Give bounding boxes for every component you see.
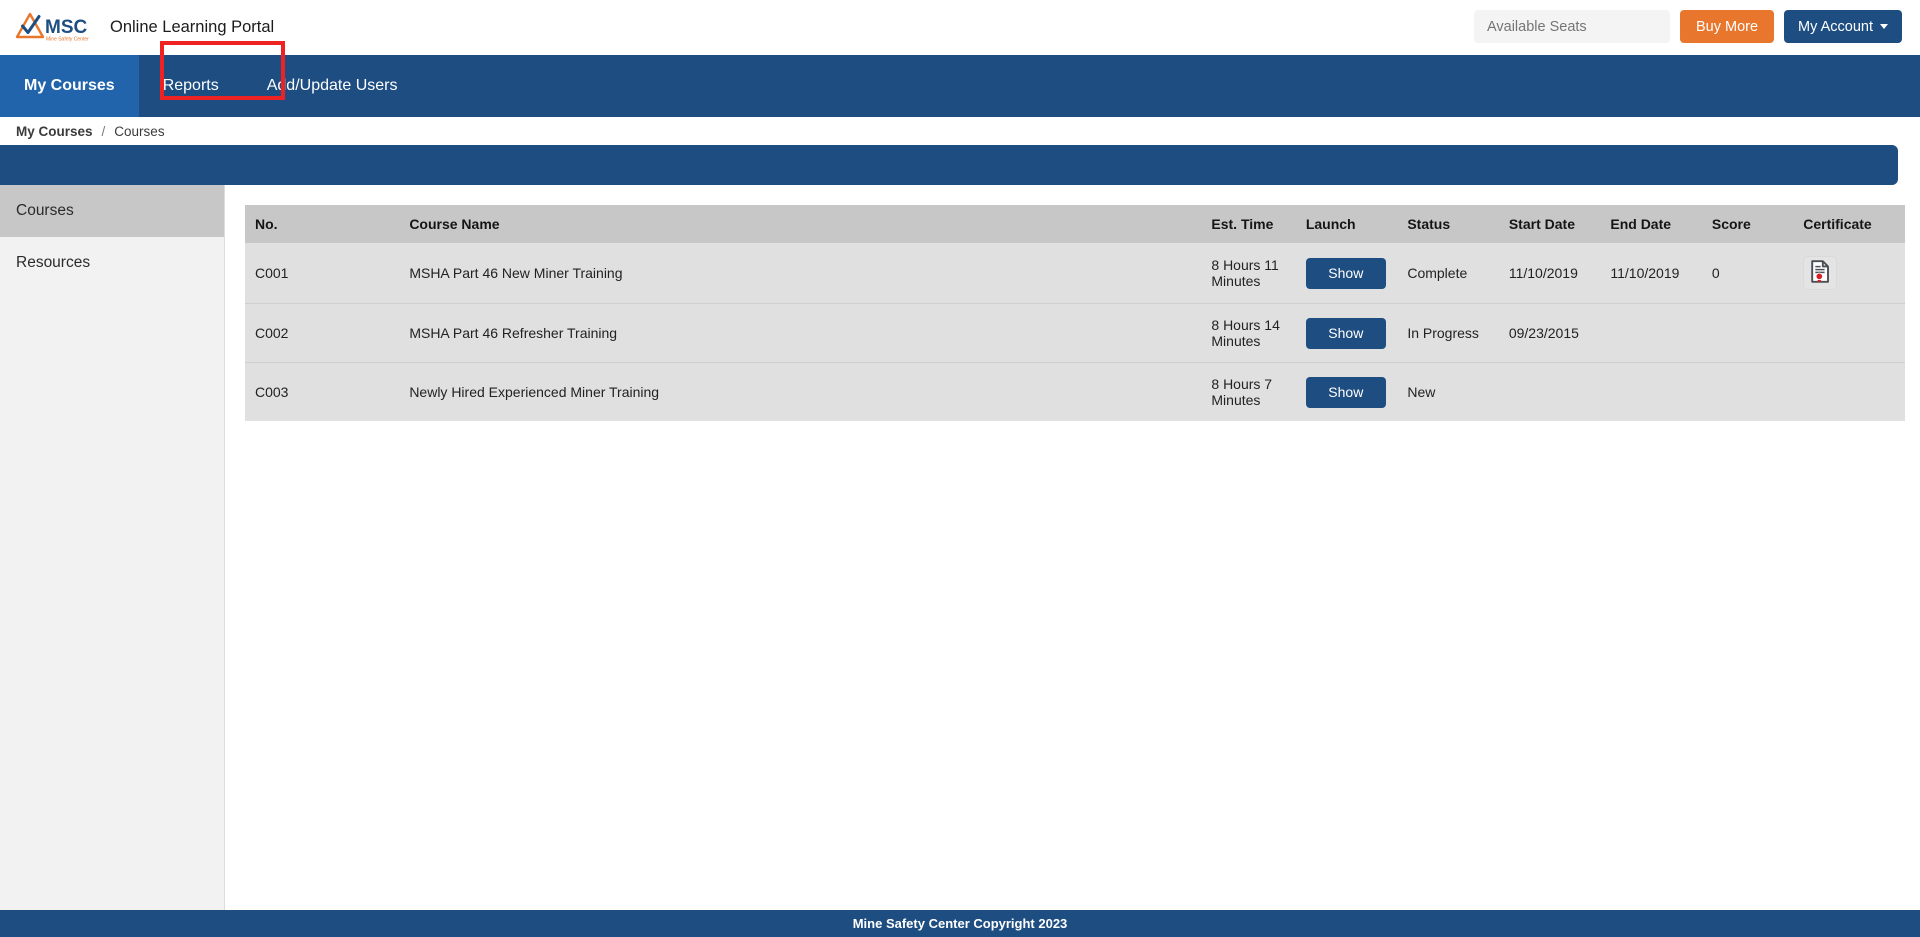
cell-end-date (1600, 362, 1702, 421)
table-row: C001 MSHA Part 46 New Miner Training 8 H… (245, 243, 1905, 304)
column-header-est-time[interactable]: Est. Time (1201, 205, 1296, 243)
table-header-row: No. Course Name Est. Time Launch Status … (245, 205, 1905, 243)
cell-start-date: 09/23/2015 (1498, 303, 1601, 363)
certificate-download-button[interactable] (1803, 256, 1838, 290)
brand[interactable]: MSC Mine Safety Center Online Learning P… (14, 11, 274, 45)
main-navigation: My Courses Reports Add/Update Users (0, 55, 1920, 117)
cell-end-date (1600, 303, 1702, 363)
cell-score (1701, 362, 1794, 421)
msc-triangle-check-logo-icon: MSC Mine Safety Center (14, 11, 96, 45)
my-account-dropdown[interactable]: My Account (1784, 10, 1902, 43)
courses-table: No. Course Name Est. Time Launch Status … (245, 205, 1905, 421)
svg-text:MSC: MSC (45, 17, 88, 38)
nav-label: Reports (162, 77, 219, 94)
cell-score (1701, 303, 1794, 363)
page-footer: Mine Safety Center Copyright 2023 (0, 910, 1920, 937)
nav-label: Add/Update Users (266, 77, 398, 94)
cell-status: New (1397, 362, 1499, 421)
column-header-launch[interactable]: Launch (1295, 205, 1398, 243)
top-bar-actions: Buy More My Account (1473, 10, 1902, 43)
chevron-down-icon (1880, 24, 1888, 29)
portal-title: Online Learning Portal (110, 18, 275, 36)
app-page: MSC Mine Safety Center Online Learning P… (0, 0, 1920, 937)
cell-certificate (1793, 303, 1905, 363)
column-header-start-date[interactable]: Start Date (1498, 205, 1601, 243)
breadcrumb-item-my-courses[interactable]: My Courses (16, 124, 93, 139)
nav-item-reports[interactable]: Reports (139, 55, 243, 117)
cell-course-no: C002 (245, 303, 400, 363)
cell-certificate (1793, 362, 1905, 421)
cell-launch: Show (1295, 362, 1398, 421)
cell-est-time: 8 Hours 14 Minutes (1201, 303, 1296, 363)
cell-launch: Show (1295, 303, 1398, 363)
sidebar-item-label: Courses (16, 202, 74, 219)
table-row: C002 MSHA Part 46 Refresher Training 8 H… (245, 303, 1905, 363)
launch-show-button[interactable]: Show (1305, 257, 1386, 289)
cell-certificate (1793, 243, 1905, 304)
cell-launch: Show (1295, 243, 1398, 304)
section-banner (0, 145, 1898, 185)
sidebar-item-courses[interactable]: Courses (0, 185, 224, 237)
certificate-document-seal-icon (1810, 260, 1831, 286)
table-row: C003 Newly Hired Experienced Miner Train… (245, 362, 1905, 421)
cell-est-time: 8 Hours 7 Minutes (1201, 362, 1296, 421)
cell-course-no: C003 (245, 362, 400, 421)
nav-item-my-courses[interactable]: My Courses (0, 55, 139, 117)
column-header-no[interactable]: No. (245, 205, 400, 243)
column-header-status[interactable]: Status (1397, 205, 1499, 243)
cell-start-date: 11/10/2019 (1498, 243, 1601, 304)
cell-course-no: C001 (245, 243, 400, 304)
breadcrumb-separator: / (101, 123, 106, 139)
cell-course-name: MSHA Part 46 New Miner Training (399, 243, 1202, 304)
top-bar: MSC Mine Safety Center Online Learning P… (0, 0, 1920, 55)
cell-start-date (1498, 362, 1601, 421)
buy-more-button[interactable]: Buy More (1679, 10, 1775, 43)
breadcrumb: My Courses / Courses (0, 117, 1920, 145)
sidebar-item-label: Resources (16, 254, 91, 271)
sidebar: Courses Resources (0, 185, 225, 910)
cell-course-name: MSHA Part 46 Refresher Training (399, 303, 1202, 363)
cell-course-name: Newly Hired Experienced Miner Training (399, 362, 1202, 421)
sidebar-item-resources[interactable]: Resources (0, 237, 224, 289)
cell-est-time: 8 Hours 11 Minutes (1201, 243, 1296, 304)
cell-status: In Progress (1397, 303, 1499, 363)
footer-copyright-text: Mine Safety Center Copyright 2023 (852, 916, 1068, 931)
column-header-end-date[interactable]: End Date (1600, 205, 1702, 243)
svg-text:Mine Safety Center: Mine Safety Center (46, 36, 89, 42)
nav-item-add-update-users[interactable]: Add/Update Users (243, 55, 422, 117)
available-seats-input[interactable] (1473, 10, 1670, 43)
my-account-label: My Account (1798, 18, 1873, 35)
cell-score: 0 (1701, 243, 1794, 304)
launch-show-button[interactable]: Show (1305, 317, 1386, 349)
cell-end-date: 11/10/2019 (1600, 243, 1702, 304)
column-header-certificate[interactable]: Certificate (1793, 205, 1905, 243)
breadcrumb-item-courses: Courses (114, 123, 165, 139)
launch-show-button[interactable]: Show (1305, 376, 1386, 408)
cell-status: Complete (1397, 243, 1499, 304)
courses-table-body: C001 MSHA Part 46 New Miner Training 8 H… (245, 243, 1905, 421)
courses-table-head: No. Course Name Est. Time Launch Status … (245, 205, 1905, 243)
column-header-course-name[interactable]: Course Name (399, 205, 1202, 243)
nav-label: My Courses (24, 77, 115, 94)
column-header-score[interactable]: Score (1701, 205, 1794, 243)
main-content: No. Course Name Est. Time Launch Status … (225, 185, 1920, 910)
